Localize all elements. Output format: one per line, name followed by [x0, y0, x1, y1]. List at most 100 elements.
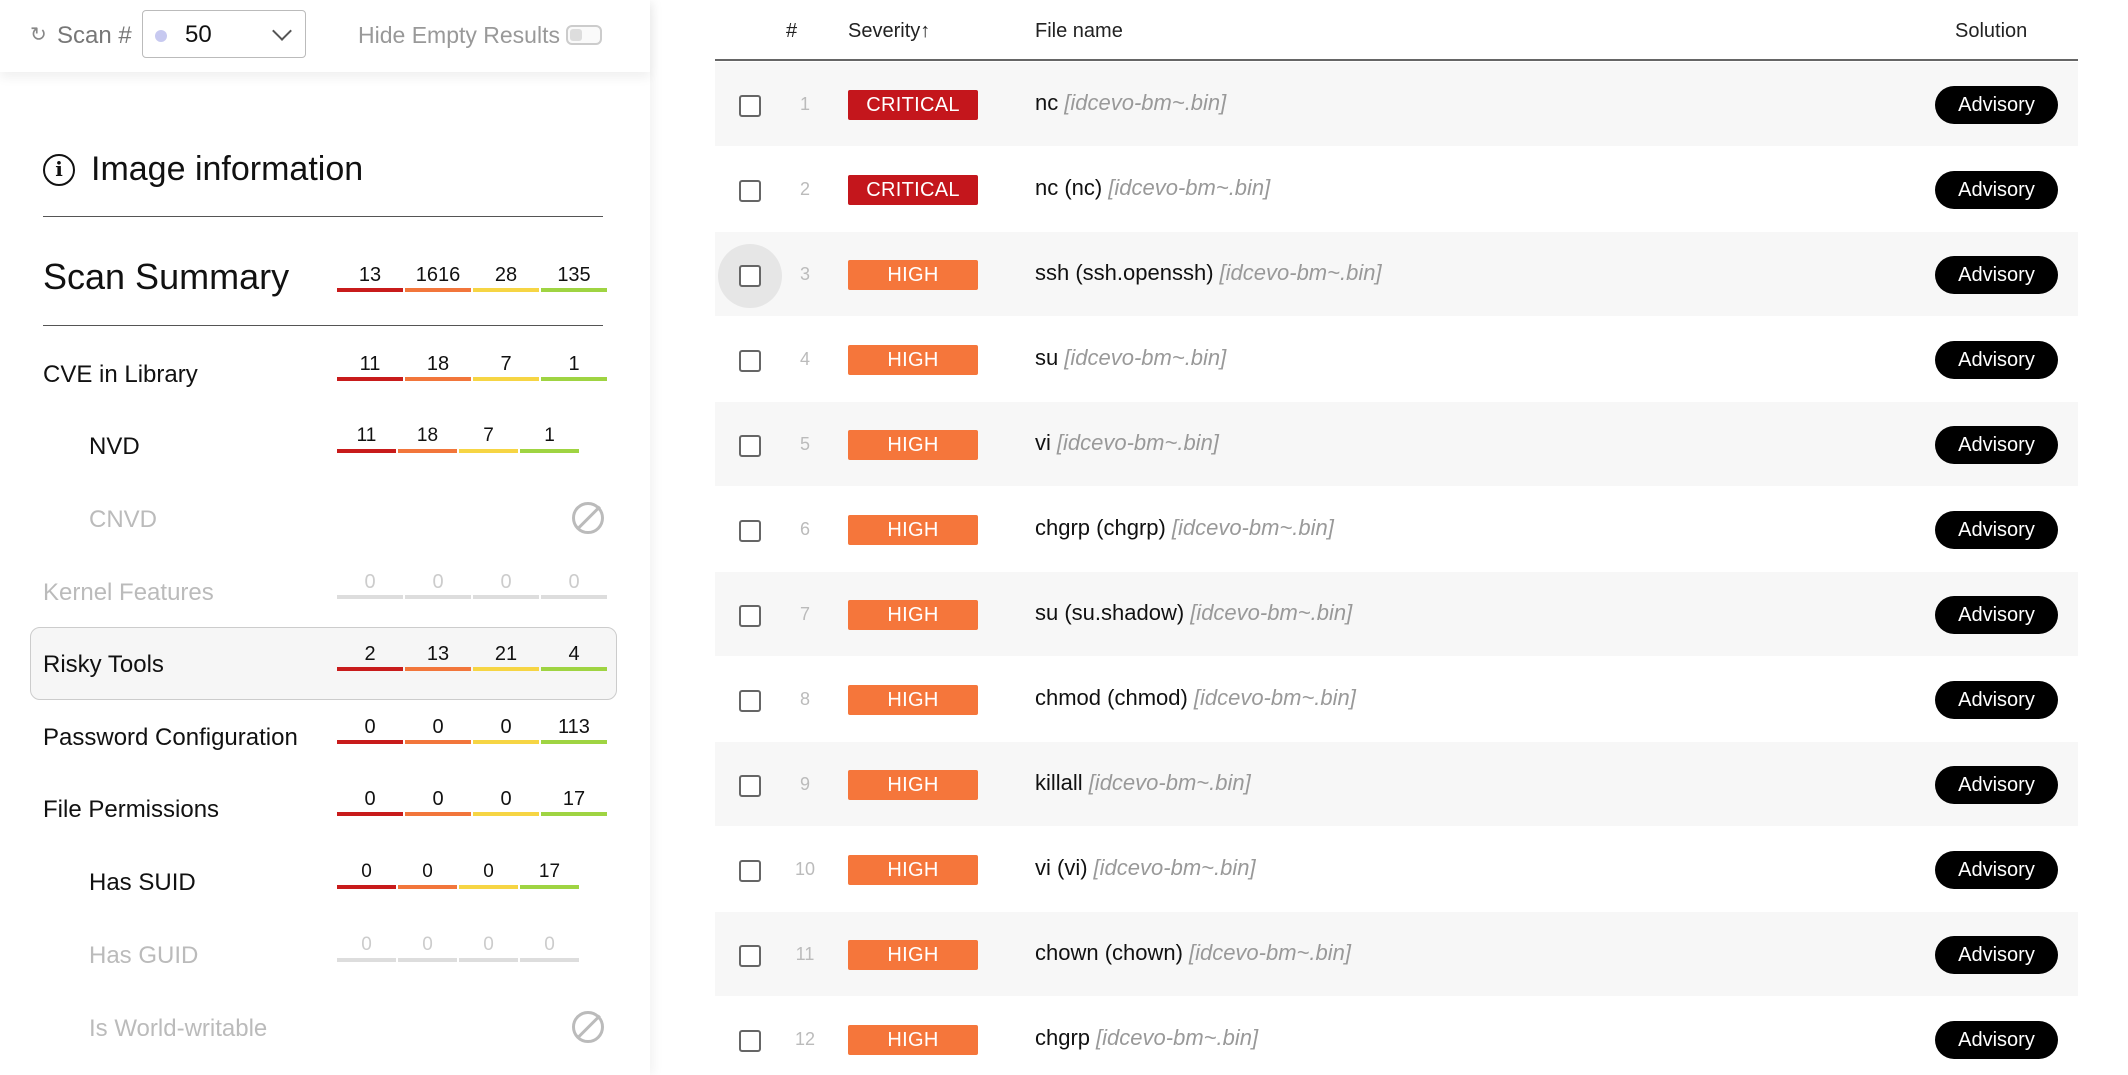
summary-row-label[interactable]: CVE in Library: [43, 361, 198, 389]
severity-counts: 11 18 7 1: [337, 423, 579, 453]
header-file-name[interactable]: File name: [1035, 20, 1123, 43]
advisory-button[interactable]: Advisory: [1935, 596, 2058, 634]
advisory-button[interactable]: Advisory: [1935, 936, 2058, 974]
row-checkbox[interactable]: [739, 265, 761, 287]
severity-count[interactable]: 0: [337, 786, 403, 816]
table-row[interactable]: 5 HIGH vi [idcevo-bm~.bin] Advisory: [715, 402, 2078, 486]
severity-count[interactable]: 4: [541, 641, 607, 671]
file-name[interactable]: vi [idcevo-bm~.bin]: [1035, 430, 1219, 456]
severity-count[interactable]: 0: [473, 714, 539, 744]
file-name[interactable]: su [idcevo-bm~.bin]: [1035, 345, 1226, 371]
severity-bar: [520, 449, 579, 453]
scan-number-select[interactable]: 50: [142, 10, 306, 58]
row-checkbox[interactable]: [739, 350, 761, 372]
row-checkbox[interactable]: [739, 860, 761, 882]
severity-bar: [398, 449, 457, 453]
severity-count[interactable]: 11: [337, 423, 396, 453]
severity-count[interactable]: 21: [473, 641, 539, 671]
row-checkbox[interactable]: [739, 945, 761, 967]
severity-count[interactable]: 13: [405, 641, 471, 671]
summary-row-label[interactable]: Has GUID: [89, 942, 198, 970]
severity-count[interactable]: 2: [337, 641, 403, 671]
table-row[interactable]: 11 HIGH chown (chown) [idcevo-bm~.bin] Advis…: [715, 912, 2078, 996]
advisory-button[interactable]: Advisory: [1935, 426, 2058, 464]
file-name[interactable]: chgrp (chgrp) [idcevo-bm~.bin]: [1035, 515, 1334, 541]
row-checkbox[interactable]: [739, 435, 761, 457]
file-name[interactable]: vi (vi) [idcevo-bm~.bin]: [1035, 855, 1256, 881]
severity-count[interactable]: 0: [473, 569, 539, 599]
severity-count[interactable]: 0: [337, 859, 396, 889]
advisory-button[interactable]: Advisory: [1935, 851, 2058, 889]
severity-count[interactable]: 17: [541, 786, 607, 816]
severity-count[interactable]: 1: [541, 351, 607, 381]
row-number: 6: [799, 519, 810, 539]
severity-count[interactable]: 11: [337, 351, 403, 381]
file-name[interactable]: chown (chown) [idcevo-bm~.bin]: [1035, 940, 1351, 966]
file-name[interactable]: ssh (ssh.openssh) [idcevo-bm~.bin]: [1035, 260, 1382, 286]
row-checkbox[interactable]: [739, 1030, 761, 1052]
row-number: 1: [799, 94, 810, 114]
severity-count[interactable]: 0: [405, 569, 471, 599]
severity-count[interactable]: 0: [405, 714, 471, 744]
advisory-button[interactable]: Advisory: [1935, 681, 2058, 719]
file-name[interactable]: su (su.shadow) [idcevo-bm~.bin]: [1035, 600, 1352, 626]
summary-row-label[interactable]: Password Configuration: [43, 724, 298, 752]
table-row[interactable]: 9 HIGH killall [idcevo-bm~.bin] Advisory: [715, 742, 2078, 826]
file-name[interactable]: chmod (chmod) [idcevo-bm~.bin]: [1035, 685, 1356, 711]
severity-count[interactable]: 7: [473, 351, 539, 381]
severity-count[interactable]: 7: [459, 423, 518, 453]
row-checkbox[interactable]: [739, 690, 761, 712]
summary-row-label[interactable]: CNVD: [89, 506, 157, 534]
severity-count[interactable]: 18: [398, 423, 457, 453]
severity-count[interactable]: 0: [405, 786, 471, 816]
summary-row-label[interactable]: Kernel Features: [43, 579, 214, 607]
severity-count[interactable]: 0: [520, 932, 579, 962]
severity-count[interactable]: 18: [405, 351, 471, 381]
advisory-button[interactable]: Advisory: [1935, 86, 2058, 124]
summary-row-label[interactable]: Has SUID: [89, 869, 196, 897]
file-name[interactable]: chgrp [idcevo-bm~.bin]: [1035, 1025, 1258, 1051]
severity-count[interactable]: 0: [473, 786, 539, 816]
advisory-button[interactable]: Advisory: [1935, 256, 2058, 294]
severity-count[interactable]: 0: [541, 569, 607, 599]
table-row[interactable]: 4 HIGH su [idcevo-bm~.bin] Advisory: [715, 317, 2078, 401]
row-checkbox[interactable]: [739, 520, 761, 542]
summary-row-label[interactable]: Risky Tools: [43, 651, 164, 679]
row-checkbox[interactable]: [739, 605, 761, 627]
table-row[interactable]: 1 CRITICAL nc [idcevo-bm~.bin] Advisory: [715, 62, 2078, 146]
severity-count[interactable]: 1: [520, 423, 579, 453]
row-checkbox[interactable]: [739, 180, 761, 202]
table-row[interactable]: 10 HIGH vi (vi) [idcevo-bm~.bin] Advisory: [715, 827, 2078, 911]
severity-count[interactable]: 113: [541, 714, 607, 744]
row-checkbox[interactable]: [739, 775, 761, 797]
severity-count[interactable]: 0: [337, 714, 403, 744]
summary-row-label[interactable]: Is World-writable: [89, 1015, 267, 1043]
table-row[interactable]: 12 HIGH chgrp [idcevo-bm~.bin] Advisory: [715, 997, 2078, 1075]
severity-count[interactable]: 0: [398, 932, 457, 962]
file-name[interactable]: nc (nc) [idcevo-bm~.bin]: [1035, 175, 1270, 201]
advisory-button[interactable]: Advisory: [1935, 1021, 2058, 1059]
table-row[interactable]: 6 HIGH chgrp (chgrp) [idcevo-bm~.bin] Adviso…: [715, 487, 2078, 571]
advisory-button[interactable]: Advisory: [1935, 171, 2058, 209]
file-name[interactable]: killall [idcevo-bm~.bin]: [1035, 770, 1251, 796]
hide-empty-toggle[interactable]: [566, 25, 602, 45]
severity-count[interactable]: 0: [459, 932, 518, 962]
header-severity[interactable]: Severity↑: [848, 20, 930, 43]
severity-count-value: 0: [361, 861, 372, 882]
row-checkbox[interactable]: [739, 95, 761, 117]
advisory-button[interactable]: Advisory: [1935, 766, 2058, 804]
severity-count[interactable]: 0: [337, 569, 403, 599]
advisory-button[interactable]: Advisory: [1935, 341, 2058, 379]
severity-count[interactable]: 17: [520, 859, 579, 889]
severity-count[interactable]: 0: [337, 932, 396, 962]
severity-count[interactable]: 0: [459, 859, 518, 889]
table-row[interactable]: 8 HIGH chmod (chmod) [idcevo-bm~.bin] Adviso…: [715, 657, 2078, 741]
advisory-button[interactable]: Advisory: [1935, 511, 2058, 549]
summary-row-label[interactable]: File Permissions: [43, 796, 219, 824]
file-name[interactable]: nc [idcevo-bm~.bin]: [1035, 90, 1226, 116]
table-row[interactable]: 3 HIGH ssh (ssh.openssh) [idcevo-bm~.bin] Ad…: [715, 232, 2078, 316]
table-row[interactable]: 7 HIGH su (su.shadow) [idcevo-bm~.bin] Advis…: [715, 572, 2078, 656]
severity-count[interactable]: 0: [398, 859, 457, 889]
table-row[interactable]: 2 CRITICAL nc (nc) [idcevo-bm~.bin] Advisory: [715, 147, 2078, 231]
summary-row-label[interactable]: NVD: [89, 433, 140, 461]
